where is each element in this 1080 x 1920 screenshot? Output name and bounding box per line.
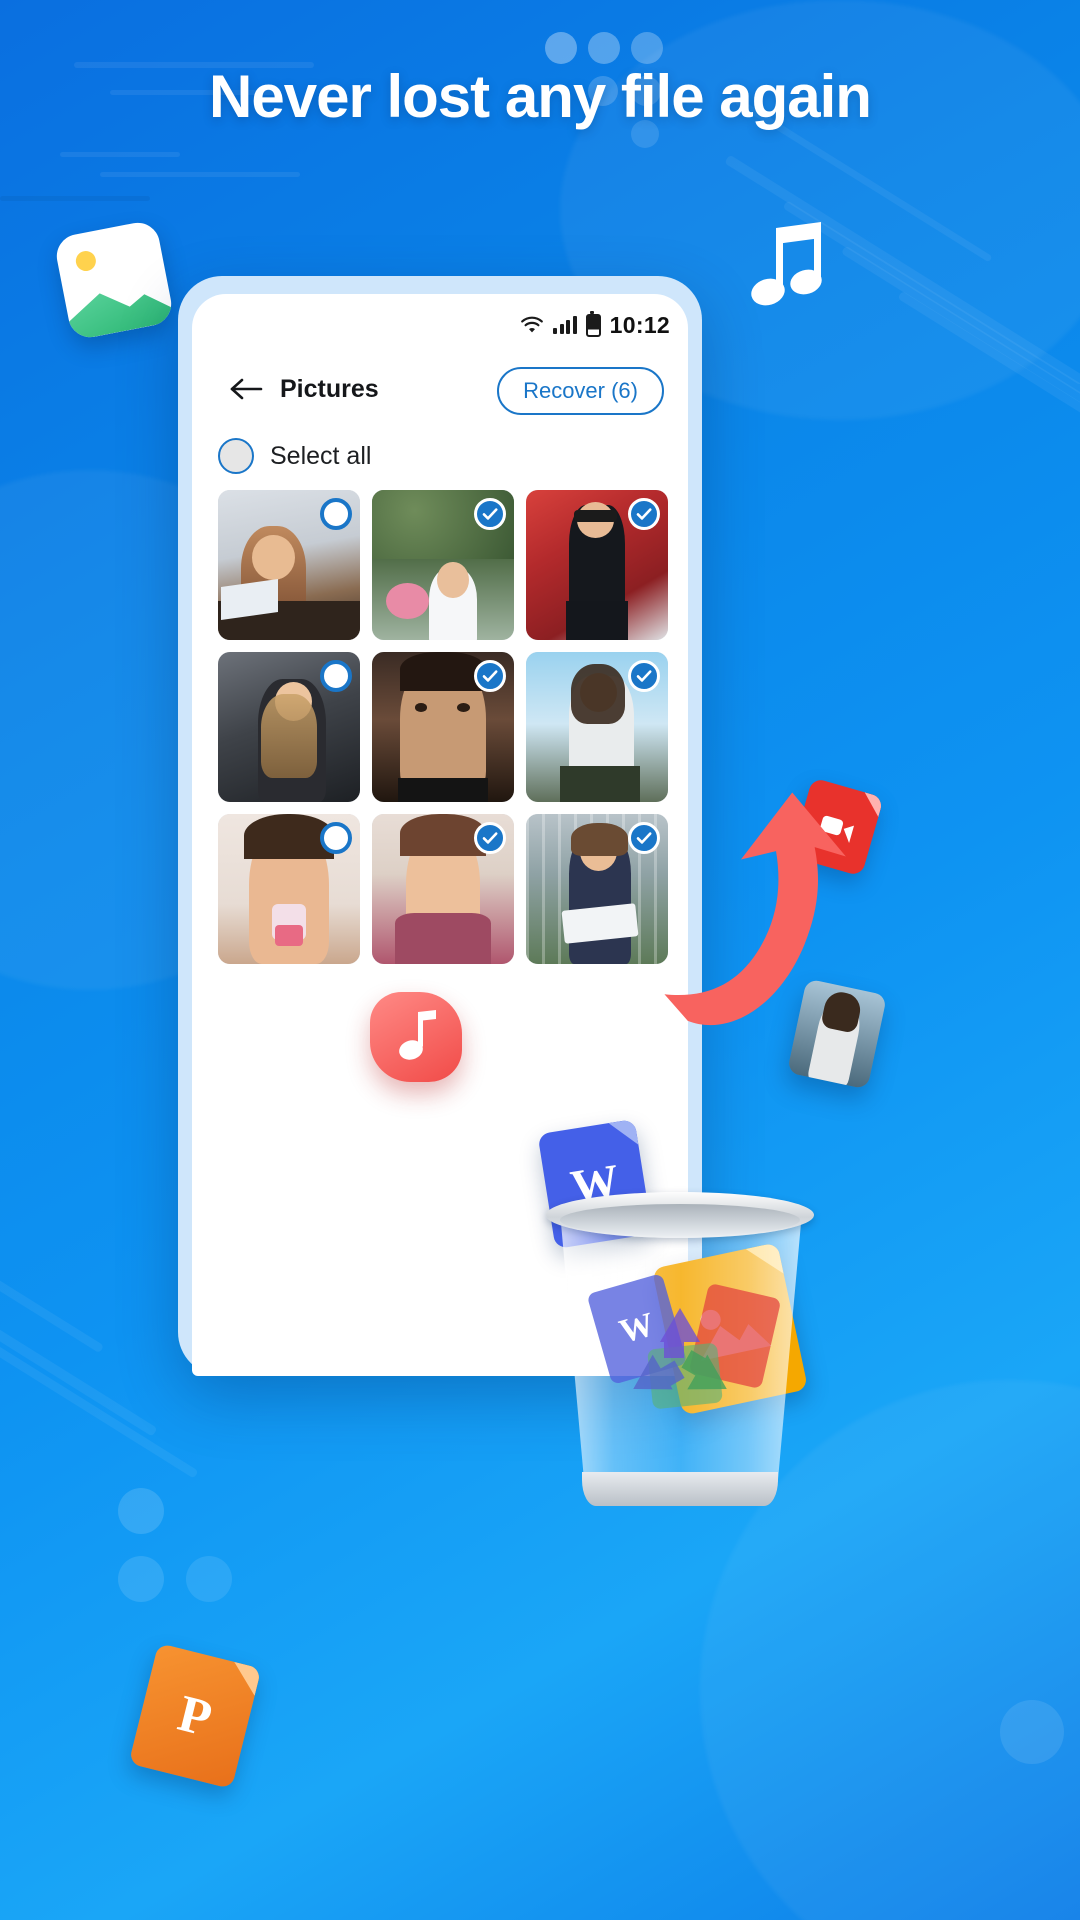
music-disc-icon [370, 992, 462, 1082]
wifi-icon [521, 316, 544, 333]
bg-band [0, 196, 150, 201]
bg-diagonal [0, 1253, 158, 1437]
check-icon [482, 508, 498, 520]
music-note-icon [399, 1010, 436, 1060]
curved-up-arrow [600, 760, 860, 1070]
check-icon [636, 670, 652, 682]
bg-dot [186, 1556, 232, 1602]
bg-band [60, 152, 180, 157]
photo-checkbox-checked[interactable] [628, 660, 660, 692]
check-icon [482, 832, 498, 844]
check-icon [482, 670, 498, 682]
photo-grid-item[interactable] [218, 814, 360, 964]
photo-checkbox-unchecked[interactable] [320, 498, 352, 530]
photo-grid-item[interactable] [372, 814, 514, 964]
back-button[interactable] [218, 376, 274, 402]
bg-diagonal [0, 1186, 105, 1354]
photo-checkbox-checked[interactable] [628, 498, 660, 530]
photo-checkbox-checked[interactable] [474, 660, 506, 692]
photo-grid-item[interactable] [372, 490, 514, 640]
photo-gallery-icon [53, 219, 175, 341]
select-all-checkbox[interactable] [218, 438, 254, 474]
bg-dot [631, 32, 663, 64]
photo-grid-item[interactable] [218, 490, 360, 640]
status-bar-clock: 10:12 [609, 311, 670, 338]
battery-icon [585, 311, 601, 337]
select-all-label: Select all [270, 441, 372, 470]
photo-checkbox-checked[interactable] [474, 498, 506, 530]
cellular-signal-icon [553, 315, 577, 334]
recycle-symbol-icon [633, 1308, 727, 1390]
photo-checkbox-checked[interactable] [474, 822, 506, 854]
photo-grid-item[interactable] [372, 652, 514, 802]
bg-diagonal [0, 1301, 199, 1479]
bg-dot [118, 1556, 164, 1602]
photo-grid-item[interactable] [526, 490, 668, 640]
recover-button[interactable]: Recover (6) [497, 367, 664, 415]
photo-checkbox-unchecked[interactable] [320, 822, 352, 854]
screen-title: Pictures [280, 374, 379, 403]
recycle-bin: W [546, 1186, 814, 1506]
bin-rim-inner [560, 1204, 800, 1236]
bg-dot [588, 32, 620, 64]
app-bar: Pictures Recover (6) [192, 352, 688, 426]
status-bar: 10:12 [520, 308, 670, 342]
music-note-icon [742, 222, 834, 318]
bg-band [100, 172, 300, 177]
bin-base [582, 1472, 778, 1506]
arrow-left-icon [230, 378, 263, 400]
select-all-row[interactable]: Select all [218, 438, 371, 474]
bg-dot [118, 1488, 164, 1534]
bg-dot [545, 32, 577, 64]
check-icon [636, 508, 652, 520]
bg-dot [1000, 1700, 1064, 1764]
page-title: Never lost any file again [209, 63, 872, 130]
photo-checkbox-unchecked[interactable] [320, 660, 352, 692]
photo-grid-item[interactable] [218, 652, 360, 802]
